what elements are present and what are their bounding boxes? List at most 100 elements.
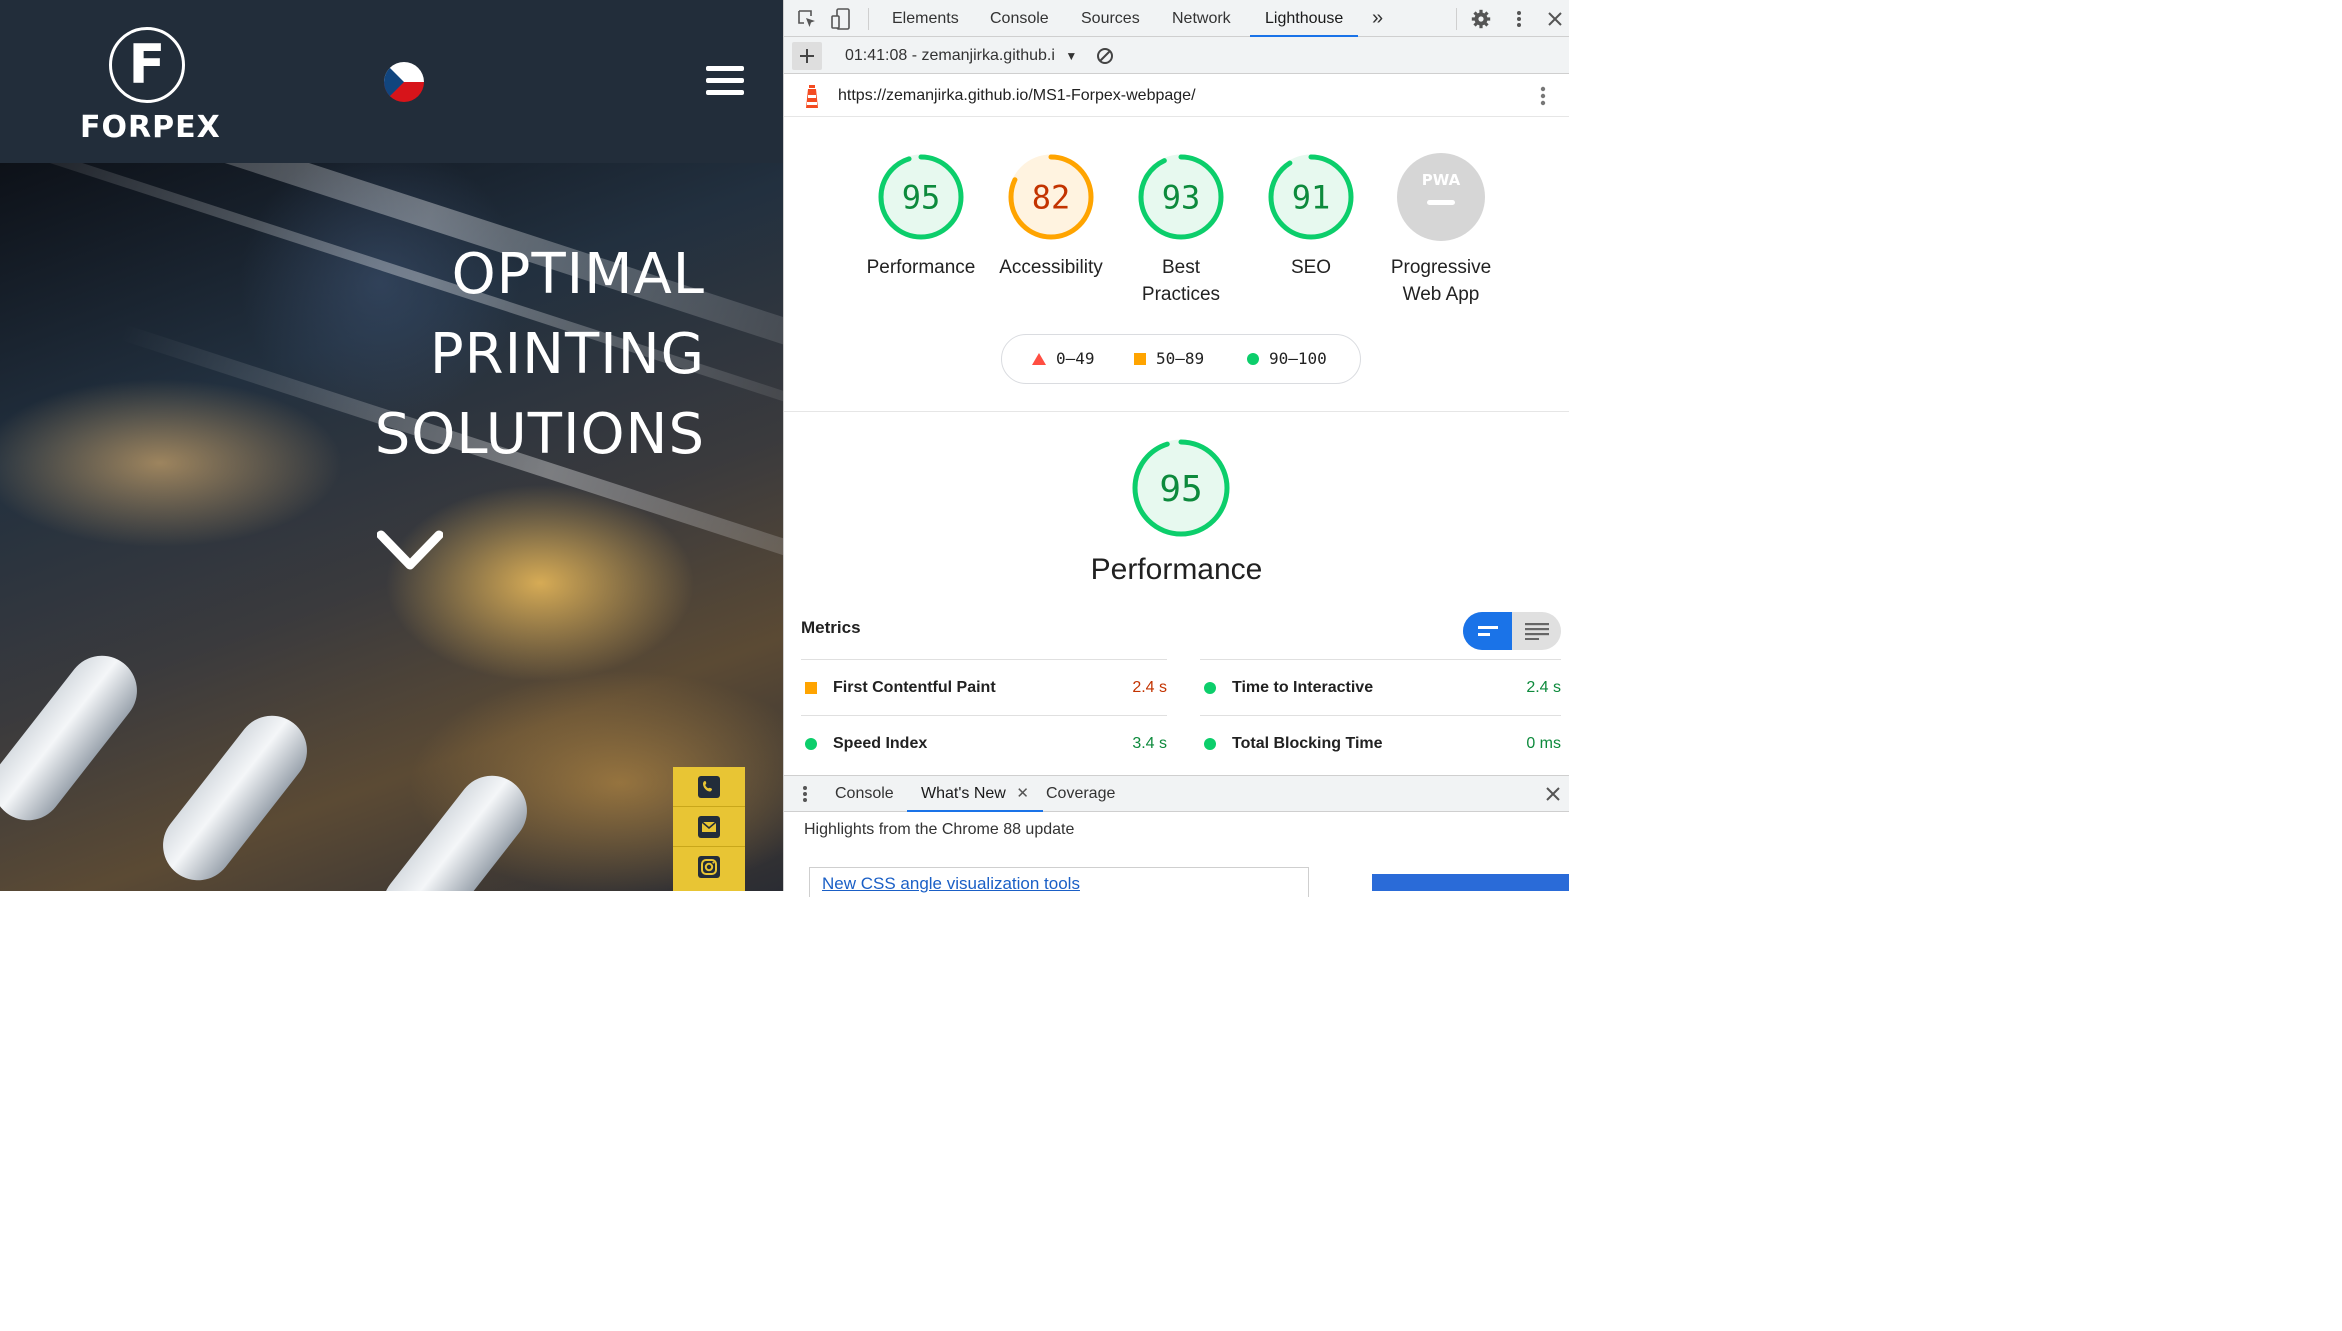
pwa-badge-icon: PWA [1397,153,1485,241]
website-preview: F FORPEX OPTIMAL PRINTING SOLUTIONS [0,0,783,891]
gauge-label: Best Practices [1141,257,1221,305]
instagram-icon[interactable] [673,847,745,887]
report-selector[interactable]: 01:41:08 - zemanjirka.github.i ▼ [845,37,1077,74]
contact-bar [673,767,745,891]
metric-status-circle-icon [805,738,817,750]
metrics-heading: Metrics [801,618,861,637]
metric-status-square-icon [805,682,817,694]
metric-name: Speed Index [833,735,928,752]
site-logo[interactable]: F FORPEX [80,24,220,148]
printer-roller [148,701,322,891]
phone-icon[interactable] [673,767,745,807]
gauge-score: 95 [902,179,941,217]
pwa-badge-text: PWA [1422,171,1461,189]
metric-value: 0 ms [1526,735,1561,752]
legend-item-fail: 0–49 [1032,335,1095,383]
section-divider [784,411,1569,412]
whats-new-card[interactable]: New CSS angle visualization tools [809,867,1309,897]
performance-section-title: Performance [1090,553,1263,586]
drawer-menu-icon[interactable] [798,784,812,804]
metric-first-contentful-paint: First Contentful Paint 2.4 s [801,659,1167,715]
whats-new-link[interactable]: New CSS angle visualization tools [822,874,1080,894]
gauge-best-practices[interactable]: 93 Best Practices [1116,152,1246,308]
gauge-ring: 93 [1138,154,1224,240]
gauge-label: Accessibility [999,257,1103,278]
metric-name: First Contentful Paint [833,679,996,696]
devtools-panel: Elements Console Sources Network Lightho… [783,0,1569,897]
legend-item-average: 50–89 [1134,335,1204,383]
drawer-tab-label: What's New [921,785,1006,802]
settings-gear-icon[interactable] [1470,8,1492,30]
metric-name: Time to Interactive [1232,679,1374,696]
inspect-element-icon[interactable] [796,8,818,30]
performance-score-gauge: 95 [1132,439,1230,537]
report-selector-label: 01:41:08 - zemanjirka.github.i [845,47,1055,64]
expanded-view-icon[interactable] [1512,612,1561,650]
czech-flag-icon[interactable] [384,62,424,102]
hero-headline-line: PRINTING [429,322,705,387]
metric-value: 3.4 s [1132,735,1167,752]
close-devtools-icon[interactable] [1544,8,1566,30]
tab-elements[interactable]: Elements [892,0,959,37]
gauge-ring: 82 [1008,154,1094,240]
tab-sources[interactable]: Sources [1081,0,1140,37]
hero-headline-line: OPTIMAL [451,242,705,307]
compact-view-icon[interactable] [1463,612,1512,650]
legend-range: 50–89 [1156,349,1205,368]
printer-roller [368,761,542,891]
pwa-dash [1427,200,1455,205]
legend-range: 90–100 [1269,349,1327,368]
logo-name: FORPEX [80,110,221,145]
circle-icon [1247,353,1259,365]
drawer-tab-bar: Console What's New ✕ Coverage [784,775,1569,812]
metric-speed-index: Speed Index 3.4 s [801,715,1167,771]
drawer-tab-whats-new[interactable]: What's New ✕ [907,776,1043,812]
scroll-down-chevron-icon[interactable] [376,529,444,573]
gauge-ring: 91 [1268,154,1354,240]
legend-range: 0–49 [1056,349,1095,368]
gauge-label: SEO [1290,257,1332,278]
square-icon [1134,353,1146,365]
gauge-pwa[interactable]: PWA Progressive Web App [1376,152,1506,308]
device-toolbar-icon[interactable] [830,8,852,30]
more-options-icon[interactable] [1508,8,1530,30]
gauge-score: 91 [1292,179,1331,217]
site-header: F FORPEX [0,0,783,163]
audited-url-bar: https://zemanjirka.github.io/MS1-Forpex-… [784,75,1569,117]
score-legend: 0–49 50–89 90–100 [1001,334,1361,384]
close-drawer-icon[interactable] [1544,785,1562,803]
metrics-view-toggle[interactable] [1463,612,1561,650]
tab-lighthouse[interactable]: Lighthouse [1250,0,1359,37]
toolbar-separator [868,8,869,30]
gauge-score: 82 [1032,179,1071,217]
tab-network[interactable]: Network [1172,0,1231,37]
gauge-performance[interactable]: 95 Performance [856,152,986,281]
tab-console[interactable]: Console [990,0,1049,37]
hamburger-menu-icon[interactable] [706,66,744,98]
mail-icon[interactable] [673,807,745,847]
clear-reports-block-icon[interactable] [1095,46,1115,66]
triangle-icon [1032,353,1046,365]
hero-headline-line: SOLUTIONS [374,402,705,467]
printer-roller [0,641,152,835]
gauge-score: 93 [1162,179,1201,217]
report-menu-icon[interactable] [1536,85,1550,107]
lighthouse-toolbar: 01:41:08 - zemanjirka.github.i ▼ [784,37,1569,74]
gauge-label: Progressive Web App [1390,257,1492,305]
screen: F FORPEX OPTIMAL PRINTING SOLUTIONS Elem… [0,0,1569,897]
gauge-accessibility[interactable]: 82 Accessibility [986,152,1116,281]
drawer-tab-console[interactable]: Console [835,776,894,812]
gauge-seo[interactable]: 91 SEO [1246,152,1376,281]
more-tabs-icon[interactable]: » [1372,0,1383,37]
logo-letter: F [128,33,166,96]
metric-status-circle-icon [1204,682,1216,694]
new-report-plus-icon[interactable] [792,42,822,70]
metric-total-blocking-time: Total Blocking Time 0 ms [1200,715,1561,771]
audited-url[interactable]: https://zemanjirka.github.io/MS1-Forpex-… [838,75,1196,117]
lighthouse-logo-icon [802,83,822,109]
drawer-tab-coverage[interactable]: Coverage [1046,776,1115,812]
metric-value: 2.4 s [1132,679,1167,696]
metric-name: Total Blocking Time [1232,735,1383,752]
gauge-label: Performance [866,257,976,278]
close-tab-icon[interactable]: ✕ [1016,785,1029,802]
